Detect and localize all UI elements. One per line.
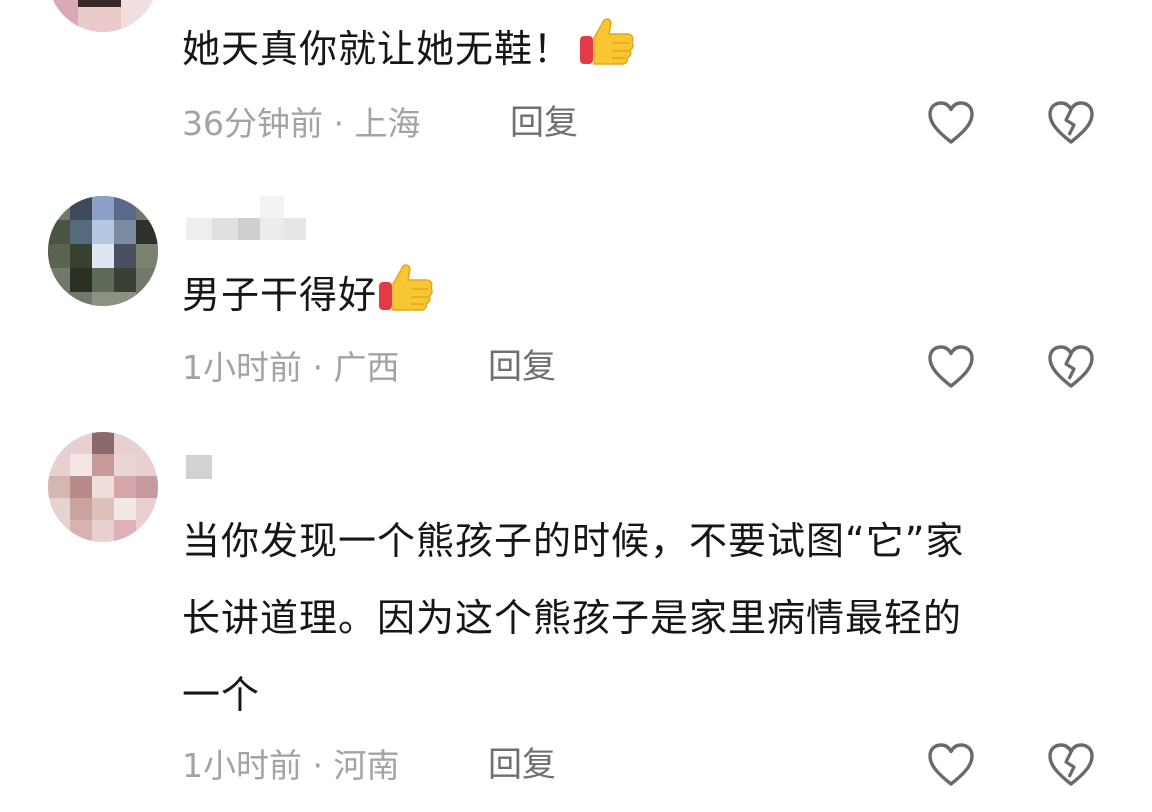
heart-icon [928,101,974,144]
dislike-button[interactable] [1047,743,1095,787]
thumbs-up-icon [578,12,636,96]
avatar[interactable] [48,196,158,306]
comment-meta: 1小时前 · 广西 [182,348,400,387]
avatar[interactable] [48,0,158,32]
reply-button[interactable]: 回复 [488,345,556,389]
comment-text: 她天真你就让她无鞋！ [182,11,1112,96]
like-button[interactable] [927,743,975,787]
comment-meta: 36分钟前 · 上海 [182,104,421,143]
thumbs-up-icon [377,258,435,342]
dislike-button[interactable] [1047,345,1095,389]
broken-heart-icon [1048,101,1094,144]
heart-icon [928,345,974,388]
comment-text: 当你发现一个熊孩子的时候，不要试图“它”家 长讲道理。因为这个熊孩子是家里病情最… [182,519,965,717]
comment-meta: 1小时前 · 河南 [182,746,400,785]
dislike-button[interactable] [1047,101,1095,145]
reply-button[interactable]: 回复 [510,101,578,145]
broken-heart-icon [1048,345,1094,388]
heart-icon [928,743,974,786]
username-redacted[interactable] [186,455,216,481]
broken-heart-icon [1048,743,1094,786]
reply-button[interactable]: 回复 [488,743,556,787]
like-button[interactable] [927,101,975,145]
username-redacted[interactable] [186,196,336,246]
like-button[interactable] [927,345,975,389]
comment-text: 男子干得好 [182,257,1112,342]
avatar[interactable] [48,432,158,542]
